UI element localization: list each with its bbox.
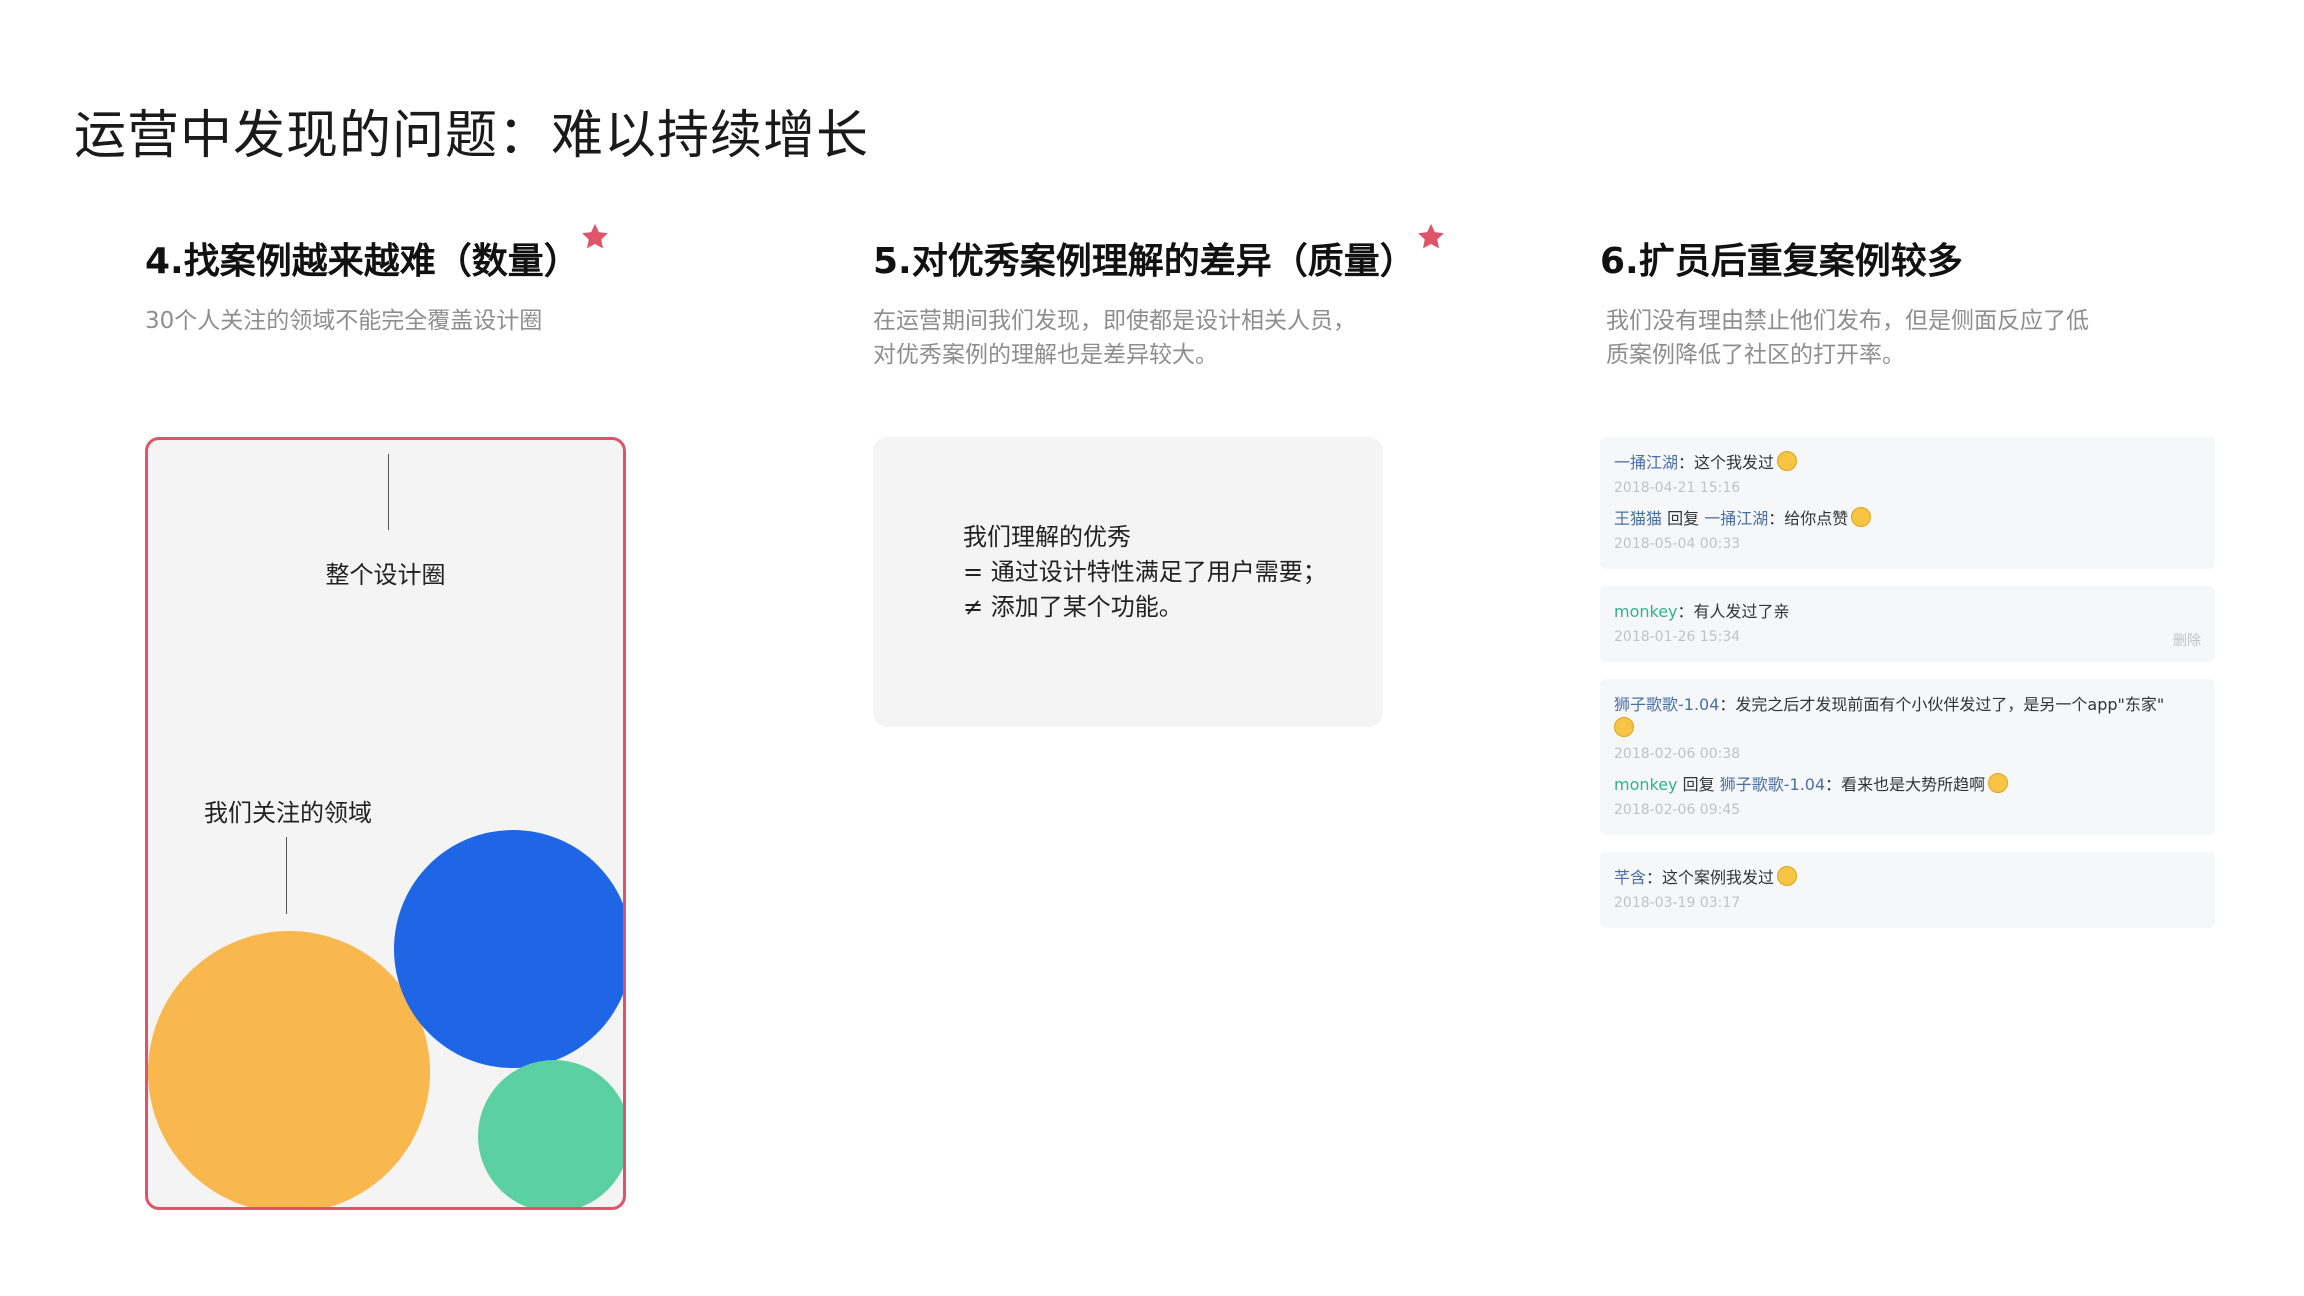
description-line: 我们没有理由禁止他们发布，但是侧面反应了低: [1606, 308, 2089, 334]
comment-text: ：给你点赞: [1768, 509, 1849, 528]
coverage-diagram: 整个设计圈 我们关注的领域: [145, 437, 626, 1210]
section-description: 我们没有理由禁止他们发布，但是侧面反应了低 质案例降低了社区的打开率。: [1600, 304, 2240, 372]
whole-design-circle-label: 整个设计圈: [325, 561, 446, 589]
section-quantity: 4.找案例越来越难（数量） 30个人关注的领域不能完全覆盖设计圈: [145, 223, 785, 338]
focus-circle-green: [478, 1060, 623, 1207]
reply-target[interactable]: 狮子歌歌-1.04: [1720, 775, 1825, 794]
section-title: 6.扩员后重复案例较多: [1600, 232, 1963, 284]
page-title: 运营中发现的问题：难以持续增长: [74, 105, 870, 166]
description-line: 在运营期间我们发现，即使都是设计相关人员，: [873, 308, 1356, 334]
comment-author[interactable]: 王猫猫: [1614, 509, 1662, 528]
section-title-text: 4.找案例越来越难（数量）: [145, 241, 580, 282]
emoji-icon: [1988, 773, 2009, 793]
reply-target[interactable]: 一捅江湖: [1704, 509, 1768, 528]
comment-author[interactable]: monkey: [1614, 602, 1678, 621]
comment-text: ：发完之后才发现前面有个小伙伴发过了，是另一个app"东家": [1719, 695, 2165, 714]
focus-area-label: 我们关注的领域: [204, 799, 372, 827]
focus-circle-orange: [148, 931, 430, 1207]
description-line: 30个人关注的领域不能完全覆盖设计圈: [145, 308, 543, 334]
comment-thread: 芊含：这个案例我发过 2018-03-19 03:17: [1600, 852, 2215, 928]
leader-line: [286, 837, 287, 914]
comment-author[interactable]: monkey: [1614, 775, 1678, 794]
delete-link[interactable]: 删除: [2173, 630, 2201, 650]
description-line: 质案例降低了社区的打开率。: [1606, 342, 1905, 368]
comment: 芊含：这个案例我发过 2018-03-19 03:17: [1614, 862, 2201, 918]
section-quality: 5.对优秀案例理解的差异（质量） 在运营期间我们发现，即使都是设计相关人员， 对…: [873, 223, 1573, 372]
comment-text: ：看来也是大势所趋啊: [1825, 775, 1986, 794]
section-title: 5.对优秀案例理解的差异（质量）: [873, 223, 1444, 284]
section-title-text: 6.扩员后重复案例较多: [1600, 241, 1963, 282]
comment-time: 2018-03-19 03:17: [1614, 895, 1741, 911]
comment-time: 2018-02-06 09:45: [1614, 802, 1741, 818]
understanding-text: 我们理解的优秀 = 通过设计特性满足了用户需要； ≠ 添加了某个功能。: [963, 520, 1327, 625]
reply-word: 回复: [1682, 775, 1715, 794]
section-description: 30个人关注的领域不能完全覆盖设计圈: [145, 304, 785, 338]
comment: monkey：有人发过了亲 2018-01-26 15:34: [1614, 596, 2201, 652]
comment-author[interactable]: 一捅江湖: [1614, 453, 1678, 472]
comment: 王猫猫 回复 一捅江湖：给你点赞 2018-05-04 00:33: [1614, 503, 2201, 559]
understanding-line: = 通过设计特性满足了用户需要；: [963, 558, 1327, 586]
section-description: 在运营期间我们发现，即使都是设计相关人员， 对优秀案例的理解也是差异较大。: [873, 304, 1573, 372]
comment-thread: 狮子歌歌-1.04：发完之后才发现前面有个小伙伴发过了，是另一个app"东家" …: [1600, 679, 2215, 835]
comment-text: ：这个我发过: [1678, 453, 1775, 472]
leader-line: [388, 454, 389, 530]
emoji-icon: [1614, 717, 1634, 737]
comment-text: ：这个案例我发过: [1646, 868, 1775, 887]
section-title: 4.找案例越来越难（数量）: [145, 223, 608, 284]
comment-time: 2018-02-06 00:38: [1614, 746, 1741, 762]
understanding-line: 我们理解的优秀: [963, 523, 1131, 551]
comment: 狮子歌歌-1.04：发完之后才发现前面有个小伙伴发过了，是另一个app"东家" …: [1614, 689, 2201, 769]
section-title-text: 5.对优秀案例理解的差异（质量）: [873, 241, 1416, 282]
understanding-card: 我们理解的优秀 = 通过设计特性满足了用户需要； ≠ 添加了某个功能。: [873, 437, 1383, 727]
focus-circle-blue: [394, 830, 623, 1068]
star-icon: [581, 223, 608, 249]
comment-author[interactable]: 芊含: [1614, 868, 1646, 887]
emoji-icon: [1851, 507, 1872, 527]
understanding-line: ≠ 添加了某个功能。: [963, 593, 1183, 621]
comment-time: 2018-01-26 15:34: [1614, 629, 1741, 645]
description-line: 对优秀案例的理解也是差异较大。: [873, 342, 1218, 368]
emoji-icon: [1777, 451, 1798, 471]
comment: monkey 回复 狮子歌歌-1.04：看来也是大势所趋啊 2018-02-06…: [1614, 769, 2201, 825]
section-duplicates: 6.扩员后重复案例较多 我们没有理由禁止他们发布，但是侧面反应了低 质案例降低了…: [1600, 232, 2240, 372]
comment-text: ：有人发过了亲: [1677, 602, 1790, 621]
comment: 一捅江湖：这个我发过 2018-04-21 15:16: [1614, 447, 2201, 503]
comment-time: 2018-05-04 00:33: [1614, 536, 1741, 552]
comment-list: 一捅江湖：这个我发过 2018-04-21 15:16 王猫猫 回复 一捅江湖：…: [1600, 437, 2215, 945]
comment-author[interactable]: 狮子歌歌-1.04: [1614, 695, 1719, 714]
star-icon: [1417, 223, 1444, 249]
comment-thread: 一捅江湖：这个我发过 2018-04-21 15:16 王猫猫 回复 一捅江湖：…: [1600, 437, 2215, 569]
reply-word: 回复: [1667, 509, 1700, 528]
comment-thread: monkey：有人发过了亲 2018-01-26 15:34 删除: [1600, 586, 2215, 662]
comment-time: 2018-04-21 15:16: [1614, 480, 1741, 496]
emoji-icon: [1777, 866, 1798, 886]
